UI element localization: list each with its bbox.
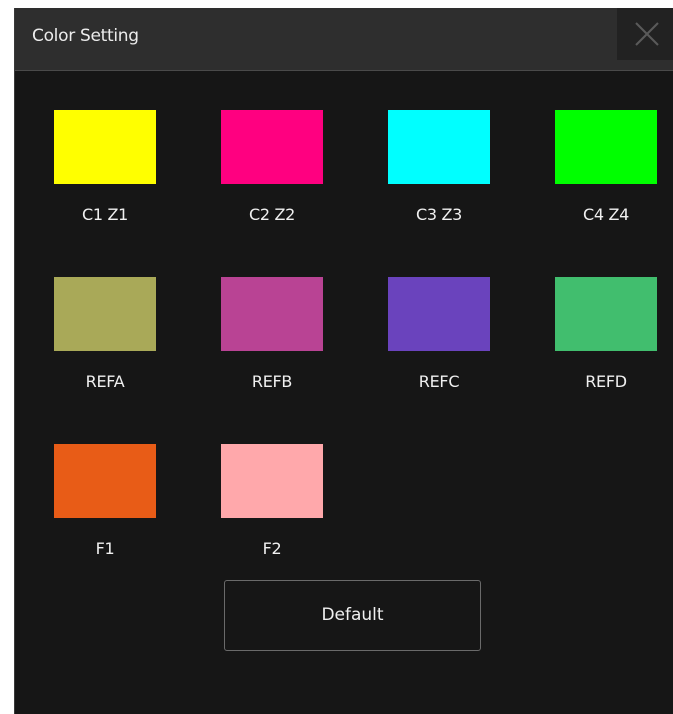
close-button[interactable]: [617, 8, 673, 60]
swatch-c3-z3[interactable]: [388, 110, 490, 184]
swatch-label-f1: F1: [95, 539, 115, 558]
swatch-label-c2-z2: C2 Z2: [248, 205, 296, 224]
swatch-c4-z4[interactable]: [555, 110, 657, 184]
dialog-title: Color Setting: [32, 26, 139, 46]
swatch-refc[interactable]: [388, 277, 490, 351]
swatch-c2-z2[interactable]: [221, 110, 323, 184]
swatch-label-refb: REFB: [251, 372, 293, 391]
swatch-label-c4-z4: C4 Z4: [582, 205, 630, 224]
dialog-titlebar: Color Setting: [15, 8, 673, 71]
swatch-refb[interactable]: [221, 277, 323, 351]
default-button[interactable]: Default: [224, 580, 481, 651]
swatch-refd[interactable]: [555, 277, 657, 351]
swatch-f1[interactable]: [54, 444, 156, 518]
swatch-label-c3-z3: C3 Z3: [415, 205, 463, 224]
swatch-refa[interactable]: [54, 277, 156, 351]
swatch-label-c1-z1: C1 Z1: [81, 205, 129, 224]
swatch-c1-z1[interactable]: [54, 110, 156, 184]
swatch-label-refc: REFC: [418, 372, 460, 391]
swatch-label-refa: REFA: [85, 372, 125, 391]
swatch-label-refd: REFD: [585, 372, 627, 391]
color-setting-dialog: Color Setting C1 Z1 C2 Z2 C3 Z3 C4 Z4 RE…: [14, 8, 673, 714]
close-icon: [635, 22, 659, 46]
swatch-f2[interactable]: [221, 444, 323, 518]
swatch-label-f2: F2: [262, 539, 282, 558]
